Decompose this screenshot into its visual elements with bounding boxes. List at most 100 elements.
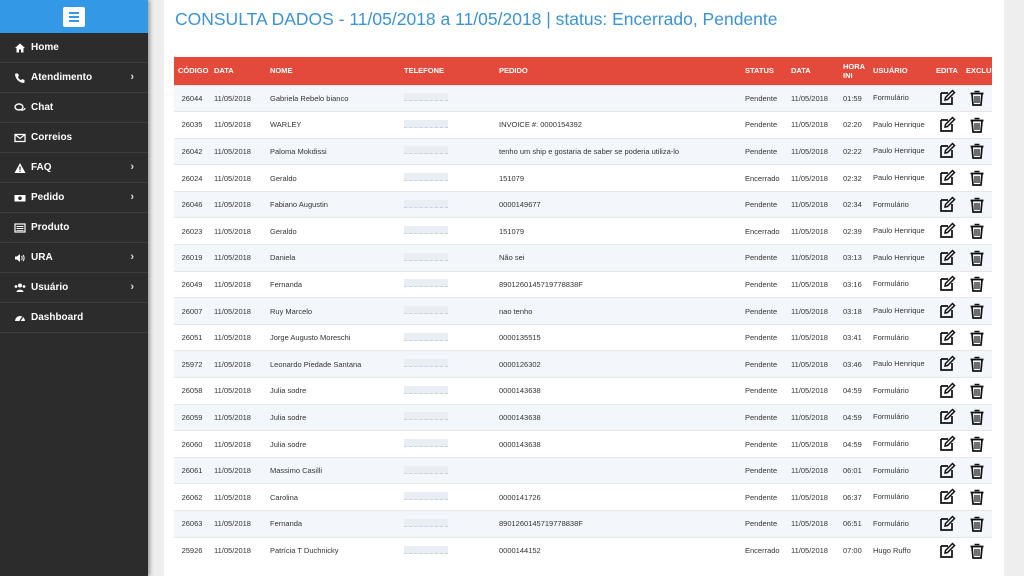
table-row[interactable]: 26044 11/05/2018 Gabriela Rebelo bianco Pen… [174, 84, 992, 112]
cell-status: Encerrado [741, 217, 787, 245]
cell-edita [932, 270, 962, 298]
cell-hora: 01:59 [839, 84, 869, 112]
redacted-phone [404, 226, 448, 235]
cell-usuario: Formulário [869, 270, 932, 298]
trash-icon[interactable] [968, 169, 986, 187]
trash-icon[interactable] [968, 542, 986, 560]
table-row[interactable]: 26049 11/05/2018 Fernanda 89012601457197788… [174, 270, 992, 298]
trash-icon[interactable] [968, 382, 986, 400]
cell-edita [932, 403, 962, 431]
chevron-right-icon: › [130, 251, 134, 263]
volume-icon [14, 252, 26, 264]
edit-icon[interactable] [938, 515, 956, 533]
sidebar-item-correios[interactable]: Correios [0, 123, 148, 153]
cell-hora: 04:59 [839, 403, 869, 431]
edit-icon[interactable] [938, 116, 956, 134]
trash-icon[interactable] [968, 142, 986, 160]
cell-edita [932, 377, 962, 405]
trash-icon[interactable] [968, 488, 986, 506]
cell-usuario: Paulo Henrique [869, 217, 932, 245]
sidebar-item-faq[interactable]: FAQ › [0, 153, 148, 183]
table-row[interactable]: 26042 11/05/2018 Paloma Mokdissi tenho um s… [174, 137, 992, 165]
cell-data: 11/05/2018 [210, 190, 266, 218]
edit-icon[interactable] [938, 329, 956, 347]
edit-icon[interactable] [938, 222, 956, 240]
cell-usuario: Paulo Henrique [869, 297, 932, 325]
redacted-phone [404, 252, 448, 261]
trash-icon[interactable] [968, 329, 986, 347]
sidebar-item-usuario[interactable]: Usuário › [0, 273, 148, 303]
table-row[interactable]: 26019 11/05/2018 Daniela Não sei Pendente 11/… [174, 244, 992, 272]
edit-icon[interactable] [938, 488, 956, 506]
table-row[interactable]: 26062 11/05/2018 Carolina 0000141726 Pendent… [174, 483, 992, 511]
cell-usuario: Formulário [869, 403, 932, 431]
trash-icon[interactable] [968, 116, 986, 134]
dashboard-icon [14, 312, 26, 324]
sidebar-item-atendimento[interactable]: Atendimento › [0, 63, 148, 93]
cell-codigo: 26042 [174, 137, 210, 165]
edit-icon[interactable] [938, 462, 956, 480]
edit-icon[interactable] [938, 355, 956, 373]
sidebar-item-home[interactable]: Home [0, 33, 148, 63]
edit-icon[interactable] [938, 196, 956, 214]
trash-icon[interactable] [968, 435, 986, 453]
edit-icon[interactable] [938, 275, 956, 293]
cell-data: 11/05/2018 [210, 536, 266, 564]
cell-data2: 11/05/2018 [787, 270, 839, 298]
table-row[interactable]: 26063 11/05/2018 Fernanda 89012601457197788… [174, 510, 992, 538]
trash-icon[interactable] [968, 408, 986, 426]
table-row[interactable]: 26007 11/05/2018 Ruy Marcelo nao tenho Pende… [174, 297, 992, 325]
edit-icon[interactable] [938, 249, 956, 267]
cell-pedido: 0000144152 [495, 536, 741, 564]
trash-icon[interactable] [968, 196, 986, 214]
trash-icon[interactable] [968, 249, 986, 267]
trash-icon[interactable] [968, 275, 986, 293]
sidebar-item-ura[interactable]: URA › [0, 243, 148, 273]
sidebar-item-dashboard[interactable]: Dashboard [0, 303, 148, 333]
cell-data2: 11/05/2018 [787, 430, 839, 458]
cell-status: Pendente [741, 270, 787, 298]
table-row[interactable]: 26061 11/05/2018 Massimo Casilli Pendente 11… [174, 456, 992, 484]
cell-data2: 11/05/2018 [787, 377, 839, 405]
table-row[interactable]: 26058 11/05/2018 Julia sodre 0000143638 Pend… [174, 377, 992, 405]
table-row[interactable]: 26023 11/05/2018 Geraldo 151079 Encerrado 11/… [174, 217, 992, 245]
trash-icon[interactable] [968, 89, 986, 107]
cell-hora: 03:41 [839, 323, 869, 351]
table-row[interactable]: 25926 11/05/2018 Patrícia T Duchnicky 00001… [174, 536, 992, 564]
envelope-icon [14, 132, 26, 144]
trash-icon[interactable] [968, 222, 986, 240]
cell-data: 11/05/2018 [210, 377, 266, 405]
cell-codigo: 26044 [174, 84, 210, 112]
table-row[interactable]: 26051 11/05/2018 Jorge Augusto Moreschi 000… [174, 323, 992, 351]
table-row[interactable]: 26060 11/05/2018 Julia sodre 0000143638 Pend… [174, 430, 992, 458]
edit-icon[interactable] [938, 169, 956, 187]
cell-status: Pendente [741, 403, 787, 431]
edit-icon[interactable] [938, 408, 956, 426]
cell-usuario: Paulo Henrique [869, 137, 932, 165]
edit-icon[interactable] [938, 435, 956, 453]
edit-icon[interactable] [938, 542, 956, 560]
table-row[interactable]: 26046 11/05/2018 Fabiano Augustin 000014967… [174, 190, 992, 218]
edit-icon[interactable] [938, 89, 956, 107]
trash-icon[interactable] [968, 302, 986, 320]
table-row[interactable]: 26035 11/05/2018 WARLEY INVOICE #: 00001543… [174, 111, 992, 139]
edit-icon[interactable] [938, 302, 956, 320]
cell-nome: Massimo Casilli [266, 456, 400, 484]
edit-icon[interactable] [938, 142, 956, 160]
trash-icon[interactable] [968, 355, 986, 373]
sidebar-item-produto[interactable]: Produto [0, 213, 148, 243]
cell-codigo: 26063 [174, 510, 210, 538]
table-row[interactable]: 26059 11/05/2018 Julia sodre 0000143638 Pend… [174, 403, 992, 431]
column-header: HORA INI [843, 61, 865, 80]
cell-pedido: 8901260145719778838F [495, 270, 741, 298]
trash-icon[interactable] [968, 462, 986, 480]
trash-icon[interactable] [968, 515, 986, 533]
sidebar-item-chat[interactable]: Chat [0, 93, 148, 123]
sidebar-item-pedido[interactable]: Pedido › [0, 183, 148, 213]
cell-codigo: 25926 [174, 536, 210, 564]
menu-toggle-button[interactable] [63, 6, 85, 27]
table-row[interactable]: 25972 11/05/2018 Leonardo Piedade Santana 0… [174, 350, 992, 378]
table-row[interactable]: 26024 11/05/2018 Geraldo 151079 Encerrado 11/… [174, 164, 992, 192]
cell-telefone [400, 217, 495, 245]
edit-icon[interactable] [938, 382, 956, 400]
